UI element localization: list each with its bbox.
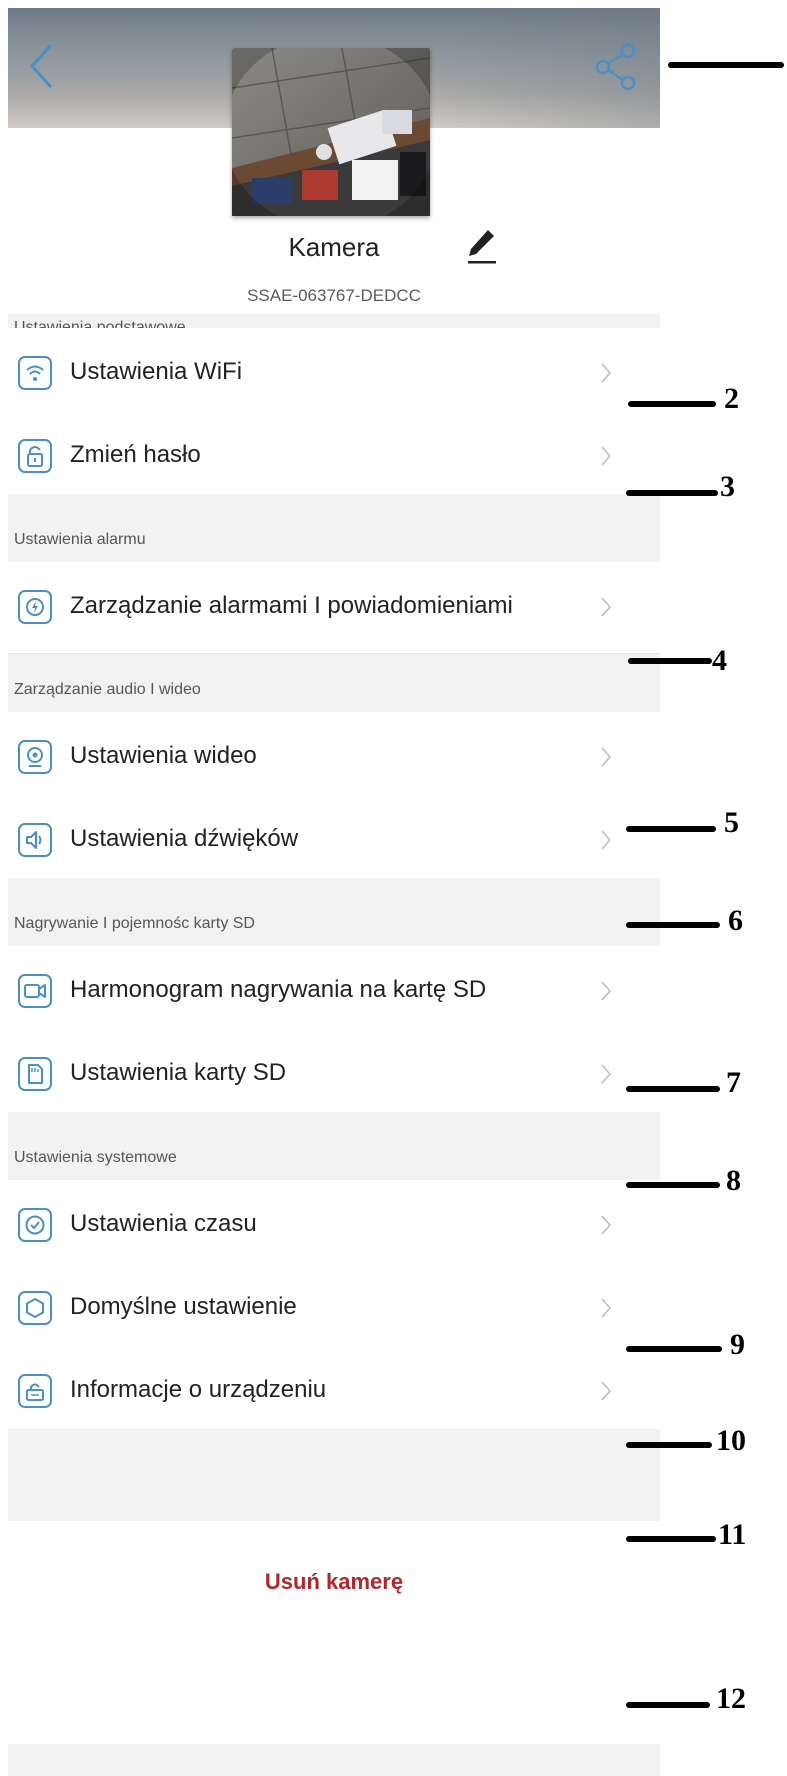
- row-wifi-settings[interactable]: Ustawienia WiFi: [8, 328, 660, 420]
- chevron-right-icon: [601, 1298, 612, 1318]
- camera-preview-image: [232, 48, 430, 216]
- camera-preview-thumbnail[interactable]: [232, 48, 430, 216]
- phone-screen: Kamera SSAE-063767-DEDCC Ustawienia pods…: [8, 8, 660, 1776]
- row-recording-schedule[interactable]: Harmonogram nagrywania na kartę SD: [8, 946, 660, 1038]
- row-label: Ustawienia karty SD: [70, 1059, 287, 1086]
- chevron-left-icon: [30, 44, 52, 88]
- callout-line-7: [626, 1086, 720, 1092]
- back-button[interactable]: [24, 38, 60, 94]
- callout-number-5: 5: [724, 806, 739, 839]
- row-label: Ustawienia wideo: [70, 742, 257, 769]
- chevron-right-icon: [601, 747, 612, 767]
- reset-icon: [18, 1291, 52, 1325]
- section-title-system: Ustawienia systemowe: [8, 1144, 660, 1180]
- row-change-password[interactable]: Zmień hasło: [8, 411, 660, 503]
- callout-line-6: [626, 922, 720, 928]
- callout-line-10: [626, 1442, 712, 1448]
- bottom-strip: [8, 1744, 660, 1776]
- chevron-right-icon: [601, 830, 612, 850]
- share-icon: [595, 43, 636, 91]
- webcam-icon: [18, 740, 52, 774]
- edit-name-button[interactable]: [464, 226, 500, 266]
- row-label: Zarządzanie alarmami I powiadomieniami: [70, 592, 513, 619]
- callout-number-11: 11: [718, 1518, 747, 1551]
- chevron-right-icon: [601, 597, 612, 617]
- callout-line-12: [626, 1702, 710, 1708]
- section-spacer: [8, 878, 660, 910]
- chevron-right-icon: [601, 446, 612, 466]
- row-video-settings[interactable]: Ustawienia wideo: [8, 712, 660, 804]
- callout-number-12: 12: [716, 1682, 746, 1715]
- sd-card-icon: [18, 1057, 52, 1091]
- callout-number-4: 4: [712, 644, 727, 677]
- callout-number-10: 10: [716, 1424, 746, 1457]
- callout-number-3: 3: [720, 470, 735, 503]
- pencil-icon: [468, 230, 496, 264]
- clock-icon: [18, 1208, 52, 1242]
- row-label: Ustawienia dźwięków: [70, 825, 299, 852]
- delete-camera-label: Usuń kamerę: [264, 1569, 404, 1594]
- row-default-settings[interactable]: Domyślne ustawienie: [8, 1263, 660, 1355]
- row-label: Domyślne ustawienie: [70, 1293, 297, 1320]
- chevron-right-icon: [601, 1215, 612, 1235]
- row-label: Informacje o urządzeniu: [70, 1376, 327, 1403]
- callout-line-8: [626, 1182, 720, 1188]
- row-time-settings[interactable]: Ustawienia czasu: [8, 1180, 660, 1272]
- row-sd-card-settings[interactable]: Ustawienia karty SD: [8, 1029, 660, 1121]
- row-device-info[interactable]: Informacje o urządzeniu: [8, 1346, 660, 1438]
- device-name: Kamera: [288, 232, 380, 262]
- row-label: Zmień hasło: [70, 441, 201, 468]
- chevron-right-icon: [601, 363, 612, 383]
- row-alarm-notifications[interactable]: Zarządzanie alarmami I powiadomieniami: [8, 562, 660, 654]
- section-spacer: [8, 654, 660, 676]
- row-label: Ustawienia WiFi: [70, 358, 243, 385]
- chevron-right-icon: [601, 1381, 612, 1401]
- section-title-audio-video: Zarządzanie audio I wideo: [8, 676, 660, 712]
- callout-number-6: 6: [728, 904, 743, 937]
- share-button[interactable]: [594, 42, 638, 92]
- chevron-right-icon: [601, 981, 612, 1001]
- video-record-icon: [18, 974, 52, 1008]
- callout-line-1: [668, 62, 784, 68]
- device-info-icon: [18, 1374, 52, 1408]
- row-label: Ustawienia czasu: [70, 1210, 257, 1237]
- section-title-alarm: Ustawienia alarmu: [8, 526, 660, 562]
- wifi-icon: [18, 356, 52, 390]
- chevron-right-icon: [601, 1064, 612, 1084]
- callout-number-9: 9: [730, 1328, 745, 1361]
- alarm-icon: [18, 590, 52, 624]
- row-sound-settings[interactable]: Ustawienia dźwięków: [8, 795, 660, 887]
- section-title-recording: Nagrywanie I pojemnośc karty SD: [8, 910, 660, 946]
- row-label: Harmonogram nagrywania na kartę SD: [70, 976, 487, 1003]
- device-id: SSAE-063767-DEDCC: [247, 286, 421, 305]
- lock-icon: [18, 439, 52, 473]
- section-spacer: [8, 1112, 660, 1144]
- callout-line-3: [626, 490, 718, 496]
- callout-line-11: [626, 1536, 716, 1542]
- bottom-spacer: [8, 1429, 660, 1521]
- delete-camera-button[interactable]: Usuń kamerę: [8, 1521, 660, 1643]
- callout-line-2: [628, 401, 716, 407]
- callout-line-4: [628, 658, 712, 664]
- callout-line-5: [626, 826, 716, 832]
- callout-number-2: 2: [724, 382, 739, 415]
- callout-number-8: 8: [726, 1164, 741, 1197]
- speaker-icon: [18, 823, 52, 857]
- section-spacer: [8, 494, 660, 526]
- callout-line-9: [626, 1346, 722, 1352]
- callout-number-7: 7: [726, 1066, 741, 1099]
